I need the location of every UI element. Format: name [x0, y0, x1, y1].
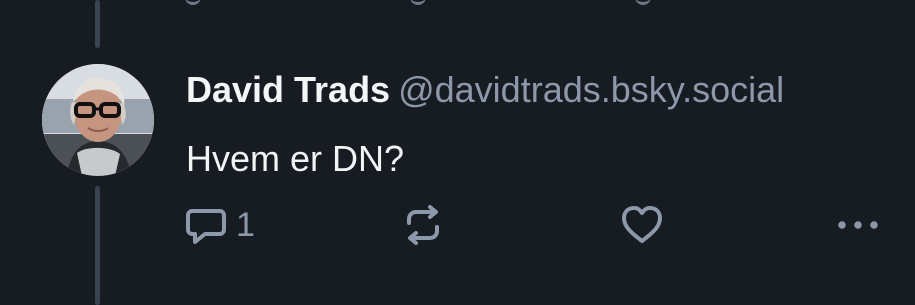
post-text: Hvem er DN?: [186, 138, 405, 179]
post-header: David Trads @davidtrads.bsky.social: [186, 68, 784, 112]
reply-count: 1: [236, 206, 255, 244]
author-name[interactable]: David Trads: [186, 69, 390, 110]
previous-like-icon-fragment: [635, 0, 651, 5]
avatar-photo: [42, 64, 154, 176]
thread-line-top: [95, 0, 100, 48]
previous-repost-icon-fragment: [410, 0, 426, 5]
heart-icon: [622, 206, 662, 243]
more-button[interactable]: [834, 198, 882, 252]
post-screen: David Trads @davidtrads.bsky.social Hvem …: [0, 0, 915, 305]
reply-button[interactable]: 1: [184, 198, 255, 252]
repost-icon: [407, 205, 439, 245]
repost-button[interactable]: [401, 198, 445, 252]
more-icon: [838, 221, 878, 229]
reply-icon: [186, 209, 226, 244]
previous-reply-icon-fragment: [185, 0, 201, 5]
previous-post-action-fragments: [185, 0, 655, 6]
like-button[interactable]: [620, 198, 664, 252]
author-avatar[interactable]: [42, 64, 154, 176]
author-handle[interactable]: @davidtrads.bsky.social: [398, 69, 784, 110]
post-actions: 1: [0, 198, 915, 252]
